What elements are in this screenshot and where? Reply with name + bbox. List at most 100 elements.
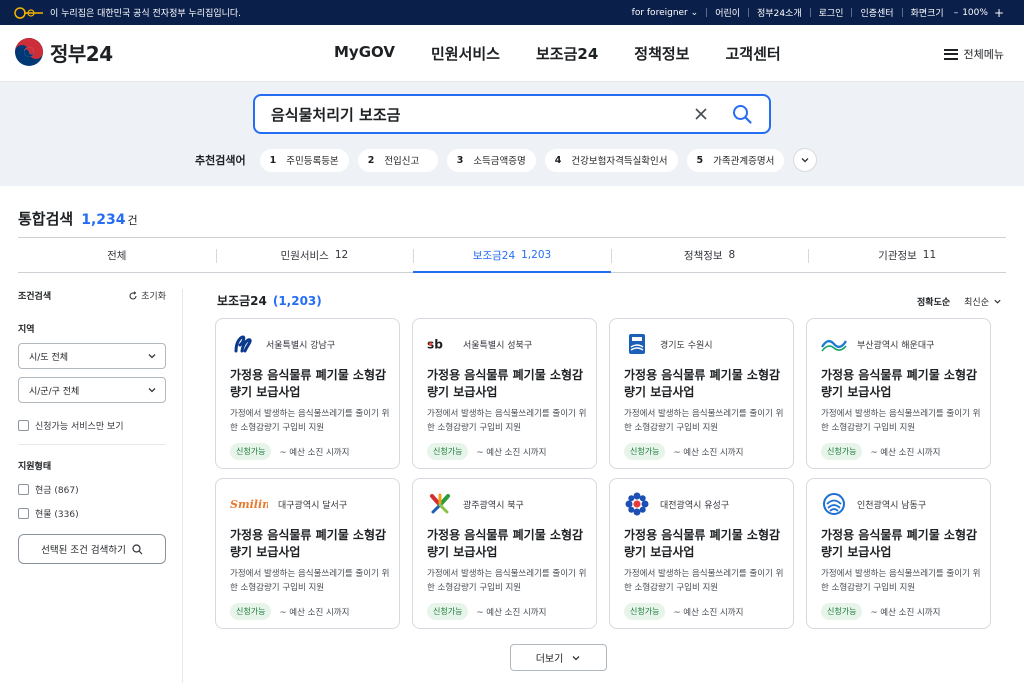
support-inkind-label: 현물 (336) — [35, 510, 79, 520]
link-cert[interactable]: 인증센터 — [852, 6, 901, 19]
keywords-expand-button[interactable] — [793, 148, 818, 172]
nav-civil-services[interactable]: 민원서비스 — [431, 43, 500, 64]
card-desc: 가정에서 발생하는 음식물쓰레기를 줄이기 위한 소형감량기 구입비 지원 — [427, 409, 587, 433]
reset-label: 초기화 — [141, 292, 166, 302]
gov-notice-text: 이 누리집은 대한민국 공식 전자정부 누리집입니다. — [50, 9, 242, 19]
sido-value: 시/도 전체 — [29, 352, 69, 363]
tab-all[interactable]: 전체 — [18, 238, 216, 272]
top-bar: 이 누리집은 대한민국 공식 전자정부 누리집입니다. for foreigne… — [0, 0, 1024, 25]
tab-civil-services[interactable]: 민원서비스 12 — [215, 238, 414, 272]
chevron-down-icon — [148, 354, 156, 359]
checkbox-box — [18, 484, 29, 495]
nav-mygov[interactable]: MyGOV — [334, 43, 395, 64]
subsidy-card[interactable]: sb 서울특별시 성북구 가정용 음식물류 폐기물 소형감량기 보급사업 가정에… — [412, 318, 597, 469]
card-title: 가정용 음식물류 폐기물 소형감량기 보급사업 — [821, 528, 978, 559]
load-more-button[interactable]: 더보기 — [510, 644, 607, 671]
keyword-chip[interactable]: 3 소득금액증명 — [446, 148, 536, 172]
link-login[interactable]: 로그인 — [811, 6, 852, 19]
chevron-down-icon — [994, 299, 1001, 304]
nav-customer-center[interactable]: 고객센터 — [725, 43, 780, 64]
subsidy-card[interactable]: 부산광역시 해운대구 가정용 음식물류 폐기물 소형감량기 보급사업 가정에서 … — [806, 318, 991, 469]
reset-button[interactable]: 초기화 — [128, 289, 166, 302]
subsidy-card[interactable]: 대전광역시 유성구 가정용 음식물류 폐기물 소형감량기 보급사업 가정에서 발… — [609, 478, 794, 629]
results-unit: 건 — [127, 214, 138, 227]
sort-latest[interactable]: 최신순 — [964, 295, 1002, 308]
status-badge: 신청가능 — [624, 603, 666, 620]
suwon-emblem-icon — [624, 333, 650, 355]
tab-label: 민원서비스 — [280, 249, 329, 262]
status-badge: 신청가능 — [821, 443, 863, 460]
card-org: 광주광역시 북구 — [427, 493, 524, 515]
filter-search-button[interactable]: 선택된 조건 검색하기 — [18, 534, 166, 564]
search-icon — [132, 543, 143, 554]
chevron-down-icon — [572, 655, 580, 660]
subsidy-card[interactable]: 인천광역시 남동구 가정용 음식물류 폐기물 소형감량기 보급사업 가정에서 발… — [806, 478, 991, 629]
card-org-name: 서울특별시 성북구 — [463, 340, 533, 351]
keyword-rank: 2 — [367, 154, 375, 166]
subsidy-card[interactable]: 경기도 수원시 가정용 음식물류 폐기물 소형감량기 보급사업 가정에서 발생하… — [609, 318, 794, 469]
tab-count: 12 — [334, 249, 349, 261]
support-type-label: 지원형태 — [18, 462, 52, 472]
sort-accuracy[interactable]: 정확도순 — [917, 295, 950, 308]
keyword-label: 가족관계증명서 — [713, 156, 775, 167]
yuseong-emblem-icon — [624, 492, 650, 516]
zoom-out-button[interactable]: – — [952, 8, 961, 18]
search-icon[interactable] — [731, 103, 753, 125]
clear-icon[interactable] — [691, 104, 711, 124]
zoom-in-button[interactable]: + — [994, 6, 1004, 20]
sort-latest-label: 최신순 — [964, 298, 989, 308]
subsidy-card[interactable]: 서울특별시 강남구 가정용 음식물류 폐기물 소형감량기 보급사업 가정에서 발… — [215, 318, 400, 469]
sigungu-value: 시/군/구 전체 — [29, 386, 80, 397]
site-logo[interactable]: 정부24 — [14, 37, 113, 67]
card-title: 가정용 음식물류 폐기물 소형감량기 보급사업 — [427, 528, 584, 559]
keyword-rank: 5 — [696, 154, 704, 166]
status-badge: 신청가능 — [427, 603, 469, 620]
keyword-chip[interactable]: 4 건강보험자격득실확인서 — [544, 148, 678, 172]
tab-count: 1,203 — [521, 249, 552, 261]
tab-agency[interactable]: 기관정보 11 — [808, 238, 1006, 272]
keyword-chip[interactable]: 2 전입신고 — [357, 148, 438, 172]
subsidy-card[interactable]: 광주광역시 북구 가정용 음식물류 폐기물 소형감량기 보급사업 가정에서 발생… — [412, 478, 597, 629]
card-title: 가정용 음식물류 폐기물 소형감량기 보급사업 — [821, 368, 978, 399]
subsidy-card-grid: 서울특별시 강남구 가정용 음식물류 폐기물 소형감량기 보급사업 가정에서 발… — [215, 318, 991, 629]
available-only-checkbox[interactable]: 신청가능 서비스만 보기 — [18, 419, 166, 432]
link-about[interactable]: 정부24소개 — [749, 6, 810, 19]
sigungu-select[interactable]: 시/군/구 전체 — [18, 377, 166, 403]
search-query: 음식물처리기 보조금 — [271, 105, 401, 124]
card-footer: 신청가능 ~ 예산 소진 시까지 — [427, 443, 546, 460]
nav-subsidy24[interactable]: 보조금24 — [536, 43, 598, 64]
link-kids[interactable]: 어린이 — [707, 6, 748, 19]
card-desc: 가정에서 발생하는 음식물쓰레기를 줄이기 위한 소형감량기 구입비 지원 — [821, 409, 981, 433]
card-desc: 가정에서 발생하는 음식물쓰레기를 줄이기 위한 소형감량기 구입비 지원 — [230, 569, 390, 593]
all-menu-button[interactable]: 전체메뉴 — [943, 46, 1004, 62]
nav-policy[interactable]: 정책정보 — [634, 43, 689, 64]
keyword-chip[interactable]: 5 가족관계증명서 — [686, 148, 785, 172]
card-org: 서울특별시 강남구 — [230, 333, 335, 355]
tab-policy[interactable]: 정책정보 8 — [610, 238, 809, 272]
search-input[interactable]: 음식물처리기 보조금 — [253, 94, 771, 134]
card-org: 경기도 수원시 — [624, 333, 713, 355]
support-inkind-checkbox[interactable]: 현물 (336) — [18, 507, 166, 520]
subsidy-card[interactable]: Smiling 대구광역시 달서구 가정용 음식물류 폐기물 소형감량기 보급사… — [215, 478, 400, 629]
sido-select[interactable]: 시/도 전체 — [18, 343, 166, 369]
card-org-name: 부산광역시 해운대구 — [857, 340, 935, 351]
keyword-chip[interactable]: 1 주민등록등본 — [259, 148, 349, 172]
results-title: 통합검색 — [18, 210, 74, 228]
keyword-label: 건강보험자격득실확인서 — [571, 156, 668, 167]
load-more-label: 더보기 — [535, 654, 564, 665]
card-org: Smiling 대구광역시 달서구 — [230, 493, 347, 515]
chevron-down-icon: ⌄ — [690, 7, 699, 18]
card-org-name: 서울특별시 강남구 — [266, 340, 336, 351]
chevron-down-icon — [148, 388, 156, 393]
gov-symbol-icon — [14, 6, 43, 19]
link-foreigner[interactable]: for foreigner ⌄ — [624, 8, 707, 18]
status-badge: 신청가능 — [624, 443, 666, 460]
namdong-emblem-icon — [821, 493, 847, 515]
support-cash-checkbox[interactable]: 현금 (867) — [18, 483, 166, 496]
zoom-label: 화면크기 — [910, 9, 944, 19]
card-footer: 신청가능 ~ 예산 소진 시까지 — [624, 443, 743, 460]
tab-count: 8 — [728, 249, 736, 261]
card-footer: 신청가능 ~ 예산 소진 시까지 — [230, 443, 349, 460]
all-menu-label: 전체메뉴 — [963, 48, 1004, 61]
tab-subsidy24[interactable]: 보조금24 1,203 — [413, 238, 611, 273]
